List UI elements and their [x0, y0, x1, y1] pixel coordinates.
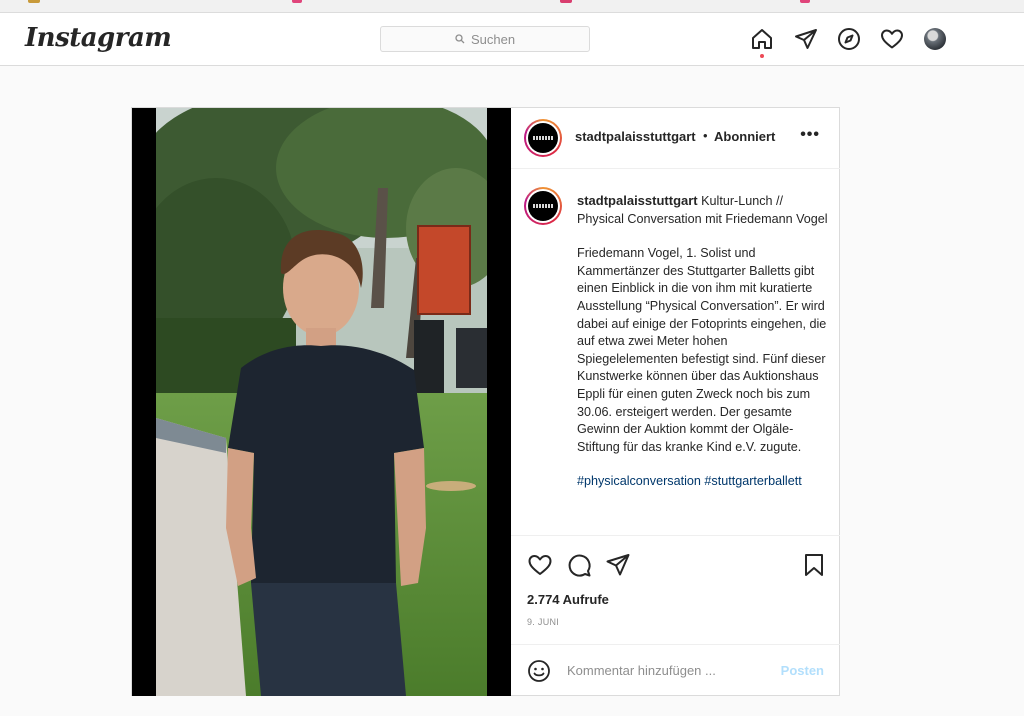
caption-author-avatar[interactable] [524, 187, 562, 225]
video-frame [156, 108, 487, 696]
search-input[interactable]: Suchen [380, 26, 590, 52]
bookmark-icon[interactable] [560, 0, 572, 3]
like-heart-icon[interactable] [527, 552, 553, 578]
post-video[interactable] [132, 108, 511, 696]
bookmark-icon[interactable] [28, 0, 40, 3]
caption-body: Friedemann Vogel, 1. Solist und Kammertä… [577, 246, 827, 454]
more-options-icon[interactable]: ••• [800, 126, 820, 144]
bookmark-icon[interactable] [800, 0, 810, 3]
author-avatar[interactable] [524, 119, 562, 157]
separator-dot: • [703, 128, 708, 143]
comment-icon[interactable] [566, 552, 592, 578]
video-still-image [156, 108, 487, 696]
post-caption: stadtpalaisstuttgart Kultur-Lunch // Phy… [511, 169, 840, 534]
profile-avatar[interactable] [924, 28, 946, 50]
search-placeholder: Suchen [470, 31, 516, 47]
author-username[interactable]: stadtpalaisstuttgart [575, 129, 696, 144]
comment-input[interactable]: Kommentar hinzufügen ... [567, 663, 716, 678]
post-actions: 2.774 Aufrufe 9. JUNI Kommentar hinzufüg… [511, 535, 840, 696]
post-card: stadtpalaisstuttgart • Abonniert ••• sta… [131, 107, 840, 696]
home-icon[interactable] [750, 27, 774, 51]
bookmarks-bar [0, 0, 1024, 13]
post-comment-button[interactable]: Posten [781, 663, 824, 678]
explore-icon[interactable] [837, 27, 861, 51]
share-icon[interactable] [605, 552, 631, 578]
search-icon [455, 34, 465, 44]
instagram-logo[interactable]: Instagram [25, 23, 172, 53]
post-sidebar: stadtpalaisstuttgart • Abonniert ••• sta… [511, 108, 840, 695]
post-date[interactable]: 9. JUNI [527, 617, 559, 627]
activity-heart-icon[interactable] [880, 27, 904, 51]
follow-status-button[interactable]: Abonniert [714, 129, 775, 144]
notification-dot [760, 54, 764, 58]
comment-bar: Kommentar hinzufügen ... Posten [511, 644, 840, 697]
bookmark-icon[interactable] [292, 0, 302, 3]
post-header: stadtpalaisstuttgart • Abonniert ••• [511, 108, 840, 169]
save-bookmark-icon[interactable] [801, 552, 827, 578]
direct-icon[interactable] [794, 27, 818, 51]
caption-hashtags[interactable]: #physicalconversation #stuttgarterballet… [577, 473, 829, 491]
caption-username[interactable]: stadtpalaisstuttgart [577, 193, 698, 208]
view-count[interactable]: 2.774 Aufrufe [527, 592, 609, 607]
caption-text: stadtpalaisstuttgart Kultur-Lunch // Phy… [577, 192, 829, 508]
emoji-icon[interactable] [527, 659, 551, 683]
top-navigation: Instagram Suchen [0, 13, 1024, 66]
